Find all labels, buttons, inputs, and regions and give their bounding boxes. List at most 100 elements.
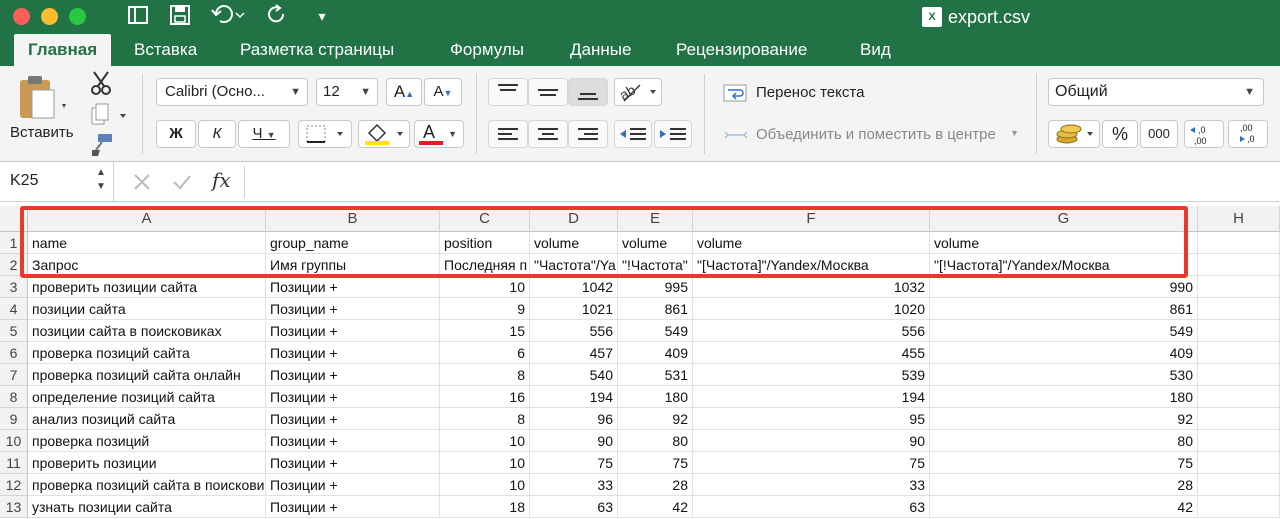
row-header[interactable]: 8 [0, 386, 28, 408]
cell[interactable]: 180 [930, 386, 1198, 408]
cell[interactable]: group_name [266, 232, 440, 254]
cell[interactable]: 75 [530, 452, 618, 474]
cell[interactable]: 530 [930, 364, 1198, 386]
cell[interactable]: 549 [618, 320, 693, 342]
cell[interactable] [1198, 342, 1280, 364]
cell[interactable]: volume [618, 232, 693, 254]
cell[interactable] [1198, 452, 1280, 474]
cell[interactable]: 990 [930, 276, 1198, 298]
decrease-decimal-button[interactable]: ,00,0 [1228, 120, 1268, 148]
cell[interactable]: 457 [530, 342, 618, 364]
cell[interactable]: 1020 [693, 298, 930, 320]
column-header-c[interactable]: C [440, 206, 530, 232]
cell[interactable]: Позиции + [266, 408, 440, 430]
underline-button[interactable]: Ч ▼ [238, 120, 290, 148]
align-center-button[interactable] [528, 120, 568, 148]
cell[interactable]: Позиции + [266, 276, 440, 298]
decrease-indent-button[interactable] [614, 120, 652, 148]
cell[interactable]: 861 [618, 298, 693, 320]
tab-data[interactable]: Данные [556, 34, 645, 66]
cell[interactable]: 539 [693, 364, 930, 386]
select-all-corner[interactable] [0, 206, 28, 232]
cell[interactable]: 15 [440, 320, 530, 342]
customize-icon[interactable]: ▾ [310, 4, 334, 28]
cancel-icon[interactable] [130, 170, 154, 194]
cell[interactable]: Позиции + [266, 298, 440, 320]
tab-insert[interactable]: Вставка [120, 34, 211, 66]
cell[interactable]: position [440, 232, 530, 254]
cell[interactable]: проверить позиции сайта [28, 276, 266, 298]
cell[interactable]: 409 [618, 342, 693, 364]
cell[interactable]: 75 [693, 452, 930, 474]
cell[interactable]: 63 [530, 496, 618, 518]
cell[interactable]: 63 [693, 496, 930, 518]
cell[interactable]: 92 [618, 408, 693, 430]
cell[interactable]: 10 [440, 474, 530, 496]
formula-input[interactable] [252, 170, 1262, 194]
cell[interactable]: 28 [618, 474, 693, 496]
cell[interactable]: 556 [693, 320, 930, 342]
column-header-f[interactable]: F [693, 206, 930, 232]
cell[interactable]: 90 [693, 430, 930, 452]
grow-font-button[interactable]: A▲ [386, 78, 422, 106]
align-bottom-button[interactable] [568, 78, 608, 106]
cell[interactable]: 33 [693, 474, 930, 496]
cell[interactable]: Позиции + [266, 386, 440, 408]
cell[interactable]: анализ позиций сайта [28, 408, 266, 430]
undo-icon[interactable] [208, 4, 248, 28]
row-header[interactable]: 4 [0, 298, 28, 320]
cell[interactable] [1198, 496, 1280, 518]
row-header[interactable]: 7 [0, 364, 28, 386]
cell[interactable]: 549 [930, 320, 1198, 342]
cell[interactable]: Имя группы [266, 254, 440, 276]
tab-home[interactable]: Главная [14, 34, 112, 66]
cell[interactable]: 1021 [530, 298, 618, 320]
row-header[interactable]: 6 [0, 342, 28, 364]
shrink-font-button[interactable]: A▼ [424, 78, 462, 106]
font-color-button[interactable]: A ▼ [414, 120, 464, 148]
cell[interactable]: проверка позиций сайта в поисковиках [28, 474, 266, 496]
sidebar-icon[interactable] [126, 4, 150, 28]
cell[interactable]: 28 [930, 474, 1198, 496]
cell[interactable]: "Частота"/Ya [530, 254, 618, 276]
cell[interactable]: 861 [930, 298, 1198, 320]
cell[interactable]: позиции сайта в поисковиках [28, 320, 266, 342]
cell[interactable]: 33 [530, 474, 618, 496]
cell[interactable]: 18 [440, 496, 530, 518]
save-icon[interactable] [168, 4, 192, 28]
copy-icon[interactable] [88, 102, 132, 128]
minimize-window-button[interactable] [41, 8, 58, 25]
cell[interactable]: Позиции + [266, 452, 440, 474]
cell[interactable]: 42 [930, 496, 1198, 518]
align-right-button[interactable] [568, 120, 608, 148]
cell[interactable] [1198, 386, 1280, 408]
cell[interactable]: 92 [930, 408, 1198, 430]
row-header[interactable]: 11 [0, 452, 28, 474]
column-header-a[interactable]: A [28, 206, 266, 232]
format-painter-icon[interactable] [88, 132, 116, 158]
column-header-g[interactable]: G [930, 206, 1198, 232]
increase-decimal-button[interactable]: ,0,00 [1184, 120, 1224, 148]
cell[interactable]: 90 [530, 430, 618, 452]
column-header-b[interactable]: B [266, 206, 440, 232]
row-header[interactable]: 2 [0, 254, 28, 276]
cell[interactable] [1198, 364, 1280, 386]
cell[interactable]: 42 [618, 496, 693, 518]
percent-button[interactable]: % [1102, 120, 1138, 148]
cell[interactable]: 409 [930, 342, 1198, 364]
cell[interactable]: 6 [440, 342, 530, 364]
cell[interactable]: volume [930, 232, 1198, 254]
cell[interactable]: volume [530, 232, 618, 254]
cell[interactable]: volume [693, 232, 930, 254]
close-window-button[interactable] [13, 8, 30, 25]
cell[interactable]: 80 [618, 430, 693, 452]
cell[interactable]: 1032 [693, 276, 930, 298]
tab-review[interactable]: Рецензирование [662, 34, 821, 66]
row-header[interactable]: 1 [0, 232, 28, 254]
name-box[interactable]: K25 ▲ ▼ [0, 162, 114, 202]
cell[interactable]: Позиции + [266, 496, 440, 518]
cell[interactable]: 455 [693, 342, 930, 364]
cell[interactable]: 10 [440, 430, 530, 452]
cell[interactable] [1198, 232, 1280, 254]
cell[interactable]: 1042 [530, 276, 618, 298]
